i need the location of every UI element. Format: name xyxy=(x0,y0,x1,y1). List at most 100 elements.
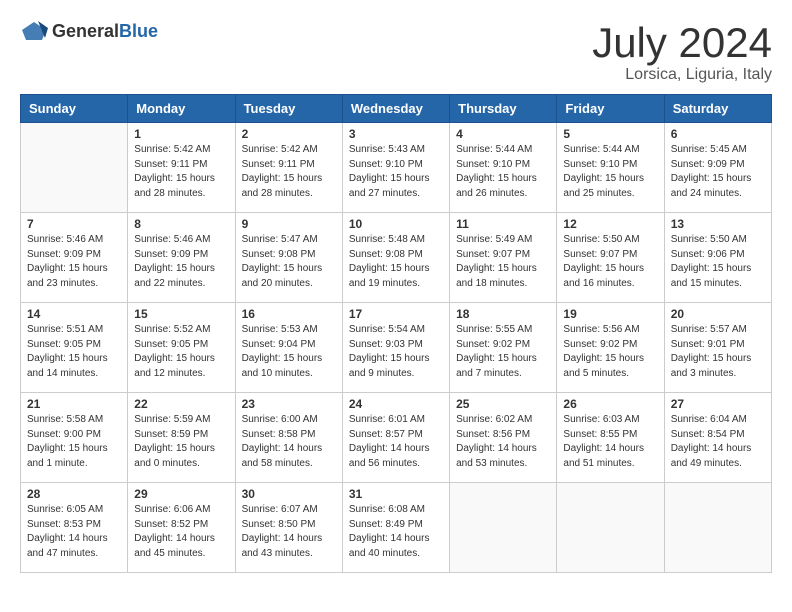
day-number: 13 xyxy=(671,217,765,231)
day-number: 6 xyxy=(671,127,765,141)
day-info: Sunrise: 5:48 AM Sunset: 9:08 PM Dayligh… xyxy=(349,233,443,291)
day-number: 3 xyxy=(349,127,443,141)
day-info: Sunrise: 5:42 AM Sunset: 9:11 PM Dayligh… xyxy=(242,143,336,201)
day-number: 11 xyxy=(456,217,550,231)
weekday-header-sunday: Sunday xyxy=(21,95,128,123)
day-number: 2 xyxy=(242,127,336,141)
calendar-cell: 6 Sunrise: 5:45 AM Sunset: 9:09 PM Daylig… xyxy=(664,123,771,213)
calendar-cell xyxy=(21,123,128,213)
logo-text: GeneralBlue xyxy=(52,21,158,42)
day-info: Sunrise: 6:00 AM Sunset: 8:58 PM Dayligh… xyxy=(242,413,336,471)
weekday-header-friday: Friday xyxy=(557,95,664,123)
day-info: Sunrise: 6:01 AM Sunset: 8:57 PM Dayligh… xyxy=(349,413,443,471)
weekday-header-thursday: Thursday xyxy=(450,95,557,123)
day-number: 21 xyxy=(27,397,121,411)
day-number: 28 xyxy=(27,487,121,501)
calendar-week-row: 14Sunrise: 5:51 AM Sunset: 9:05 PM Dayli… xyxy=(21,303,772,393)
calendar-week-row: 7 Sunrise: 5:46 AM Sunset: 9:09 PM Daylig… xyxy=(21,213,772,303)
day-info: Sunrise: 5:50 AM Sunset: 9:06 PM Dayligh… xyxy=(671,233,765,291)
day-number: 26 xyxy=(563,397,657,411)
weekday-header-saturday: Saturday xyxy=(664,95,771,123)
month-title: July 2024 xyxy=(592,20,772,66)
calendar-cell: 5 Sunrise: 5:44 AM Sunset: 9:10 PM Daylig… xyxy=(557,123,664,213)
day-info: Sunrise: 5:52 AM Sunset: 9:05 PM Dayligh… xyxy=(134,323,228,381)
location-title: Lorsica, Liguria, Italy xyxy=(592,66,772,84)
day-number: 22 xyxy=(134,397,228,411)
day-info: Sunrise: 5:44 AM Sunset: 9:10 PM Dayligh… xyxy=(563,143,657,201)
logo: GeneralBlue xyxy=(20,20,158,42)
calendar-cell: 21 Sunrise: 5:58 AM Sunset: 9:00 PM Dayli… xyxy=(21,393,128,483)
day-number: 7 xyxy=(27,217,121,231)
day-number: 14 xyxy=(27,307,121,321)
day-info: Sunrise: 6:08 AM Sunset: 8:49 PM Dayligh… xyxy=(349,503,443,561)
day-info: Sunrise: 5:53 AM Sunset: 9:04 PM Dayligh… xyxy=(242,323,336,381)
day-number: 29 xyxy=(134,487,228,501)
day-info: Sunrise: 6:05 AM Sunset: 8:53 PM Dayligh… xyxy=(27,503,121,561)
calendar-cell: 10Sunrise: 5:48 AM Sunset: 9:08 PM Dayli… xyxy=(342,213,449,303)
weekday-header-wednesday: Wednesday xyxy=(342,95,449,123)
day-number: 16 xyxy=(242,307,336,321)
calendar-cell: 24 Sunrise: 6:01 AM Sunset: 8:57 PM Dayli… xyxy=(342,393,449,483)
day-info: Sunrise: 6:04 AM Sunset: 8:54 PM Dayligh… xyxy=(671,413,765,471)
day-number: 18 xyxy=(456,307,550,321)
calendar-table: SundayMondayTuesdayWednesdayThursdayFrid… xyxy=(20,94,772,573)
calendar-week-row: 1 Sunrise: 5:42 AM Sunset: 9:11 PM Daylig… xyxy=(21,123,772,213)
day-info: Sunrise: 5:46 AM Sunset: 9:09 PM Dayligh… xyxy=(134,233,228,291)
calendar-cell: 8 Sunrise: 5:46 AM Sunset: 9:09 PM Daylig… xyxy=(128,213,235,303)
day-info: Sunrise: 5:42 AM Sunset: 9:11 PM Dayligh… xyxy=(134,143,228,201)
calendar-cell: 23Sunrise: 6:00 AM Sunset: 8:58 PM Dayli… xyxy=(235,393,342,483)
day-info: Sunrise: 5:57 AM Sunset: 9:01 PM Dayligh… xyxy=(671,323,765,381)
calendar-cell: 2 Sunrise: 5:42 AM Sunset: 9:11 PM Daylig… xyxy=(235,123,342,213)
weekday-header-monday: Monday xyxy=(128,95,235,123)
calendar-cell: 9Sunrise: 5:47 AM Sunset: 9:08 PM Daylig… xyxy=(235,213,342,303)
calendar-cell: 28 Sunrise: 6:05 AM Sunset: 8:53 PM Dayli… xyxy=(21,483,128,573)
day-info: Sunrise: 5:58 AM Sunset: 9:00 PM Dayligh… xyxy=(27,413,121,471)
calendar-cell: 1 Sunrise: 5:42 AM Sunset: 9:11 PM Daylig… xyxy=(128,123,235,213)
day-info: Sunrise: 5:55 AM Sunset: 9:02 PM Dayligh… xyxy=(456,323,550,381)
calendar-cell: 11 Sunrise: 5:49 AM Sunset: 9:07 PM Dayli… xyxy=(450,213,557,303)
day-info: Sunrise: 5:43 AM Sunset: 9:10 PM Dayligh… xyxy=(349,143,443,201)
calendar-cell: 14Sunrise: 5:51 AM Sunset: 9:05 PM Dayli… xyxy=(21,303,128,393)
day-info: Sunrise: 5:46 AM Sunset: 9:09 PM Dayligh… xyxy=(27,233,121,291)
calendar-cell: 26 Sunrise: 6:03 AM Sunset: 8:55 PM Dayli… xyxy=(557,393,664,483)
calendar-cell: 19 Sunrise: 5:56 AM Sunset: 9:02 PM Dayli… xyxy=(557,303,664,393)
calendar-cell: 18 Sunrise: 5:55 AM Sunset: 9:02 PM Dayli… xyxy=(450,303,557,393)
calendar-cell xyxy=(557,483,664,573)
calendar-cell xyxy=(450,483,557,573)
calendar-cell: 20 Sunrise: 5:57 AM Sunset: 9:01 PM Dayli… xyxy=(664,303,771,393)
calendar-cell: 16 Sunrise: 5:53 AM Sunset: 9:04 PM Dayli… xyxy=(235,303,342,393)
weekday-header-row: SundayMondayTuesdayWednesdayThursdayFrid… xyxy=(21,95,772,123)
day-info: Sunrise: 5:45 AM Sunset: 9:09 PM Dayligh… xyxy=(671,143,765,201)
day-number: 27 xyxy=(671,397,765,411)
day-number: 17 xyxy=(349,307,443,321)
day-number: 24 xyxy=(349,397,443,411)
day-number: 5 xyxy=(563,127,657,141)
day-info: Sunrise: 5:54 AM Sunset: 9:03 PM Dayligh… xyxy=(349,323,443,381)
calendar-cell: 25Sunrise: 6:02 AM Sunset: 8:56 PM Dayli… xyxy=(450,393,557,483)
day-number: 9 xyxy=(242,217,336,231)
calendar-cell: 29Sunrise: 6:06 AM Sunset: 8:52 PM Dayli… xyxy=(128,483,235,573)
calendar-cell: 12 Sunrise: 5:50 AM Sunset: 9:07 PM Dayli… xyxy=(557,213,664,303)
calendar-cell: 27 Sunrise: 6:04 AM Sunset: 8:54 PM Dayli… xyxy=(664,393,771,483)
calendar-cell: 13 Sunrise: 5:50 AM Sunset: 9:06 PM Dayli… xyxy=(664,213,771,303)
day-number: 15 xyxy=(134,307,228,321)
calendar-cell: 7 Sunrise: 5:46 AM Sunset: 9:09 PM Daylig… xyxy=(21,213,128,303)
day-info: Sunrise: 6:03 AM Sunset: 8:55 PM Dayligh… xyxy=(563,413,657,471)
day-info: Sunrise: 5:50 AM Sunset: 9:07 PM Dayligh… xyxy=(563,233,657,291)
day-number: 12 xyxy=(563,217,657,231)
page-header: GeneralBlue July 2024 Lorsica, Liguria, … xyxy=(20,20,772,84)
calendar-cell: 30Sunrise: 6:07 AM Sunset: 8:50 PM Dayli… xyxy=(235,483,342,573)
day-number: 19 xyxy=(563,307,657,321)
title-block: July 2024 Lorsica, Liguria, Italy xyxy=(592,20,772,84)
day-number: 8 xyxy=(134,217,228,231)
calendar-cell: 3 Sunrise: 5:43 AM Sunset: 9:10 PM Daylig… xyxy=(342,123,449,213)
calendar-cell: 22Sunrise: 5:59 AM Sunset: 8:59 PM Dayli… xyxy=(128,393,235,483)
calendar-cell xyxy=(664,483,771,573)
day-info: Sunrise: 5:56 AM Sunset: 9:02 PM Dayligh… xyxy=(563,323,657,381)
day-number: 1 xyxy=(134,127,228,141)
calendar-week-row: 21 Sunrise: 5:58 AM Sunset: 9:00 PM Dayli… xyxy=(21,393,772,483)
day-number: 30 xyxy=(242,487,336,501)
day-number: 31 xyxy=(349,487,443,501)
day-number: 20 xyxy=(671,307,765,321)
day-info: Sunrise: 5:49 AM Sunset: 9:07 PM Dayligh… xyxy=(456,233,550,291)
